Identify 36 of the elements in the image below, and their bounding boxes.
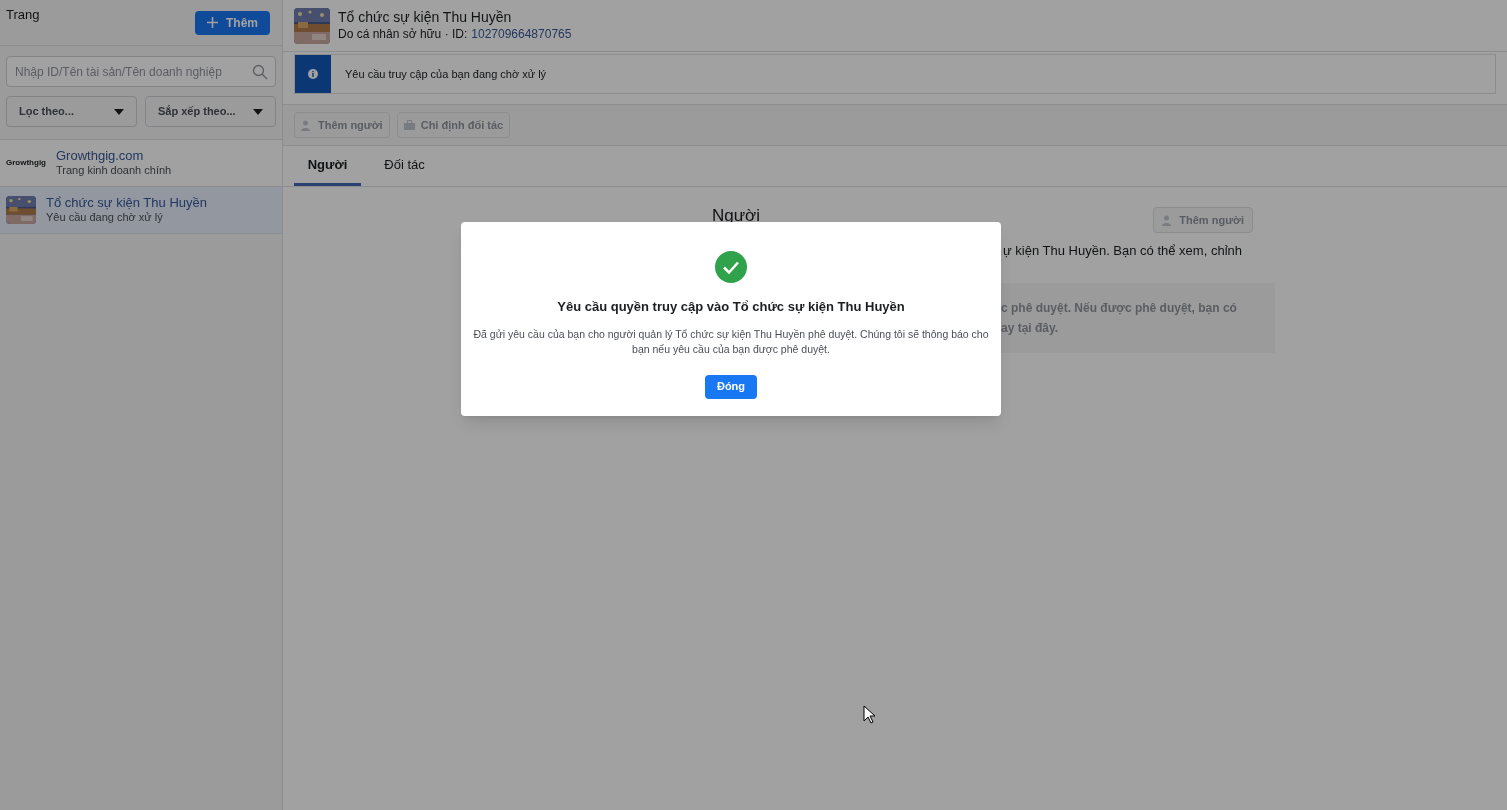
filter-dropdown[interactable]: Lọc theo...	[6, 96, 137, 127]
plus-icon	[207, 17, 218, 28]
add-person-button[interactable]: Thêm người	[1153, 207, 1253, 233]
page-name[interactable]: Growthgig.com	[56, 148, 172, 165]
page-list-item[interactable]: Tổ chức sự kiện Thu Huyền Yêu cầu đang chờ xử lý	[0, 187, 282, 234]
close-button[interactable]: Đóng	[704, 374, 758, 399]
add-button[interactable]: Thêm	[195, 10, 270, 35]
owner-label: Do cá nhân sở hữu · ID:	[338, 26, 468, 42]
notice-text: ay tại đây.	[1001, 319, 1060, 337]
dialog-title: Yêu cầu quyền truy cập vào Tổ chức sự kiện Thu Huyền	[557, 298, 905, 316]
caret-icon	[253, 108, 263, 115]
dialog-message: Đã gửi yêu cầu của bạn cho người quản lý Tổ chức sự kiện Thu Huyền phê duyệt. Chúng tôi sẽ thông báo cho bạn nếu yêu cầu của bạn được phê duyệt.	[472, 326, 990, 357]
section-title: Người	[712, 207, 761, 224]
tab[interactable]: Người	[294, 146, 361, 186]
person-icon	[301, 119, 312, 131]
sidebar-title: Trang	[6, 5, 40, 24]
caret-icon	[114, 108, 124, 115]
search-field[interactable]: Nhập ID/Tên tài sản/Tên doanh nghiệp	[6, 56, 276, 87]
info-icon	[308, 69, 318, 79]
logo: Growthgig	[6, 158, 46, 168]
banner-text: Yêu cầu truy cập của bạn đang chờ xử lý	[345, 66, 547, 82]
check-icon	[715, 251, 747, 283]
description-text: ự kiện Thu Huyền. Bạn có thể xem, chỉnh	[1003, 242, 1243, 260]
notice-text: c phê duyệt. Nếu được phê duyệt, bạn có	[1001, 299, 1238, 317]
page-title: Tổ chức sự kiện Thu Huyền	[338, 9, 513, 27]
filter-dropdown[interactable]: Sắp xếp theo...	[145, 96, 276, 127]
page-subtitle: Trang kinh doanh chính	[56, 164, 172, 178]
person-icon	[1162, 214, 1174, 226]
page-subtitle: Yêu cầu đang chờ xử lý	[46, 211, 164, 225]
briefcase-icon	[403, 120, 415, 130]
page-id-link[interactable]: 102709664870765	[471, 26, 572, 42]
pointer-icon	[863, 705, 875, 724]
page-name[interactable]: Tổ chức sự kiện Thu Huyền	[46, 195, 207, 212]
page-list-item[interactable]: Growthgig Growthgig.com Trang kinh doanh chính	[0, 140, 282, 187]
search-icon	[252, 64, 268, 80]
tab[interactable]: Đối tác	[371, 146, 438, 186]
